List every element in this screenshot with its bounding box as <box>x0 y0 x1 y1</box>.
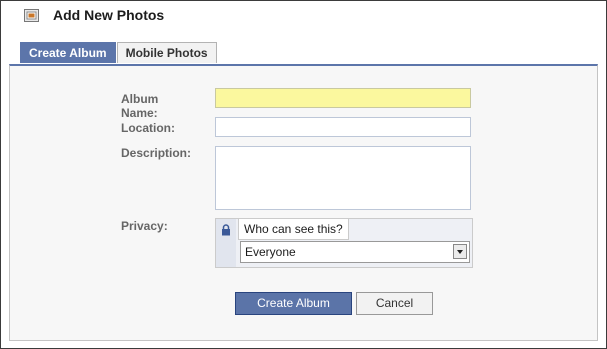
privacy-selector: Who can see this? Everyone <box>215 218 473 268</box>
album-name-label: Album Name: <box>121 92 159 120</box>
privacy-selected-value: Everyone <box>245 245 296 259</box>
tab-bar: Create Album Mobile Photos <box>20 42 218 64</box>
album-name-input[interactable] <box>215 88 471 108</box>
privacy-lock-column <box>216 219 236 267</box>
photo-album-icon <box>24 9 39 22</box>
tab-create-album[interactable]: Create Album <box>20 42 116 63</box>
privacy-prompt: Who can see this? <box>238 219 349 240</box>
privacy-dropdown[interactable]: Everyone <box>240 241 470 263</box>
dropdown-arrow-icon <box>453 244 467 259</box>
description-textarea[interactable] <box>215 146 471 210</box>
create-album-button[interactable]: Create Album <box>235 292 352 315</box>
tab-mobile-photos[interactable]: Mobile Photos <box>116 42 217 63</box>
privacy-label: Privacy: <box>121 219 168 233</box>
page-title: Add New Photos <box>53 7 165 23</box>
lock-icon <box>222 224 230 236</box>
description-label: Description: <box>121 146 192 160</box>
location-label: Location: <box>121 121 175 135</box>
location-input[interactable] <box>215 117 471 137</box>
cancel-button[interactable]: Cancel <box>356 292 433 315</box>
